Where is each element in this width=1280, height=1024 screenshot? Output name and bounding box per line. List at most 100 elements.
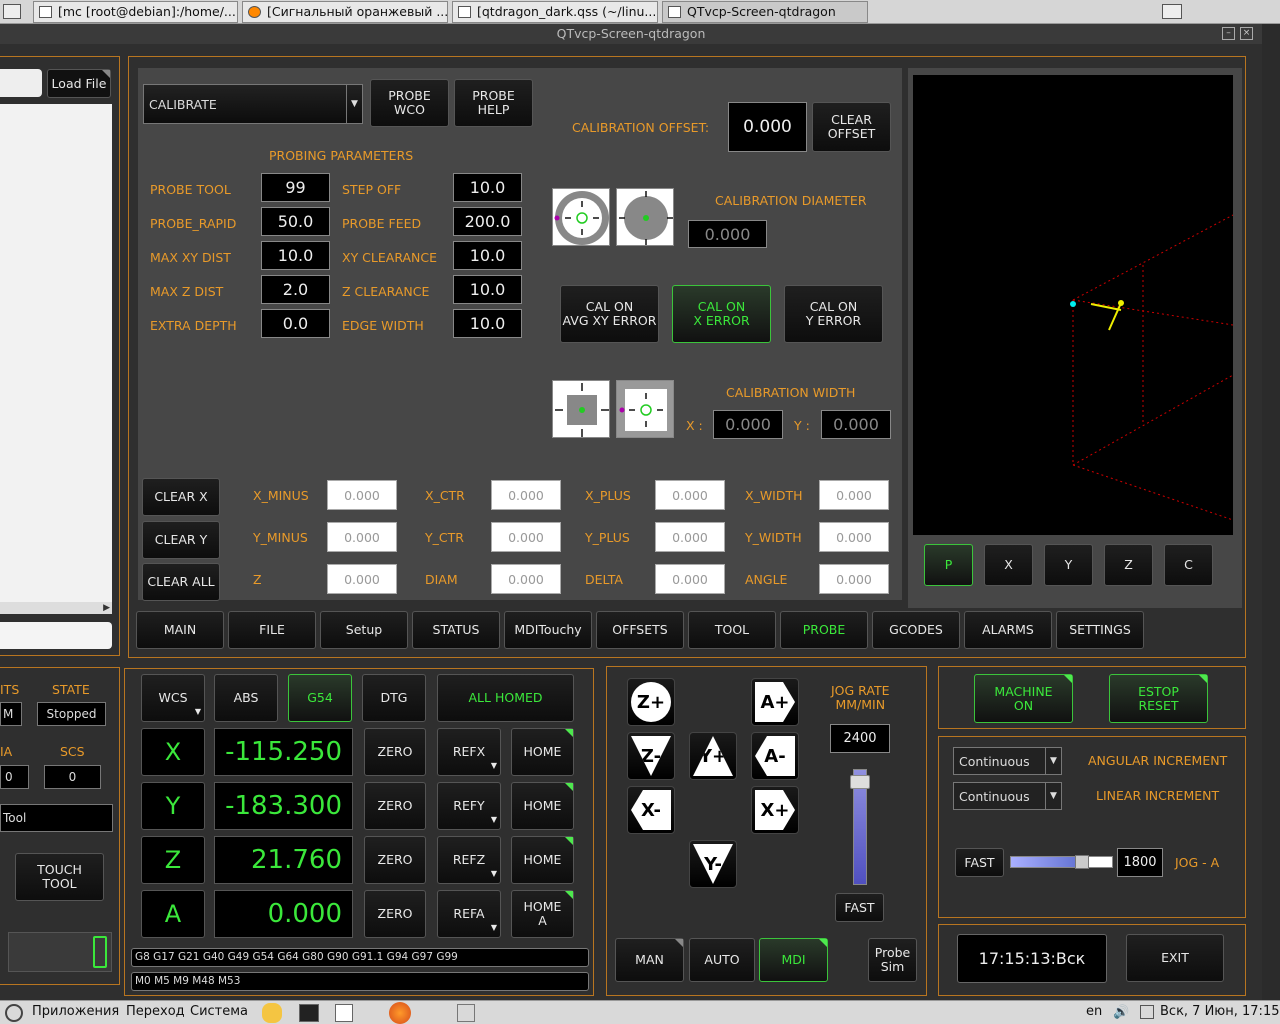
tab-gcodes[interactable]: GCODES bbox=[872, 611, 960, 649]
text-editor-icon[interactable] bbox=[335, 1004, 353, 1022]
param-value[interactable]: 10.0 bbox=[453, 241, 522, 270]
abs-button[interactable]: ABS bbox=[214, 674, 278, 722]
view-y-button[interactable]: Y bbox=[1044, 544, 1093, 586]
outside-boss-icon[interactable] bbox=[616, 380, 674, 438]
home-z-button[interactable]: HOME bbox=[511, 836, 574, 884]
ref-x-button[interactable]: REFX ▼ bbox=[437, 728, 501, 776]
probe-help-button[interactable]: PROBE HELP bbox=[454, 79, 533, 127]
dtg-button[interactable]: DTG bbox=[362, 674, 426, 722]
zero-a-button[interactable]: ZERO bbox=[364, 890, 426, 938]
jog-rate-value[interactable]: 2400 bbox=[830, 724, 890, 753]
machine-on-button[interactable]: MACHINE ON bbox=[974, 674, 1073, 723]
jog-a-slider[interactable] bbox=[1010, 855, 1113, 869]
tab-status[interactable]: STATUS bbox=[412, 611, 500, 649]
linear-increment-select[interactable]: Continuous ▼ bbox=[953, 782, 1062, 810]
mdi-mode-button[interactable]: MDI bbox=[759, 938, 828, 982]
clear-y-button[interactable]: CLEAR Y bbox=[142, 521, 220, 559]
chevron-down-icon[interactable]: ▼ bbox=[346, 85, 362, 123]
view-x-button[interactable]: X bbox=[984, 544, 1033, 586]
probe-mode-select[interactable]: CALIBRATE ▼ bbox=[143, 84, 363, 124]
jog-fast-button[interactable]: FAST bbox=[835, 893, 884, 922]
load-file-button[interactable]: Load File bbox=[47, 69, 111, 98]
clear-x-button[interactable]: CLEAR X bbox=[142, 478, 220, 516]
tab-file[interactable]: FILE bbox=[228, 611, 316, 649]
exit-button[interactable]: EXIT bbox=[1126, 934, 1224, 982]
view-c-button[interactable]: C bbox=[1164, 544, 1213, 586]
estop-reset-button[interactable]: ESTOP RESET bbox=[1109, 674, 1208, 723]
tab-browser[interactable]: [Сигнальный оранжевый ... bbox=[242, 1, 448, 23]
chevron-down-icon[interactable]: ▼ bbox=[1045, 783, 1061, 809]
tab-main[interactable]: MAIN bbox=[136, 611, 224, 649]
jog-x-minus-button[interactable]: X- bbox=[627, 786, 675, 834]
tab-mditouchy[interactable]: MDITouchy bbox=[504, 611, 592, 649]
zero-z-button[interactable]: ZERO bbox=[364, 836, 426, 884]
wcs-button[interactable]: WCS ▼ bbox=[141, 674, 205, 722]
jog-a-minus-button[interactable]: A- bbox=[751, 732, 799, 780]
tab-probe[interactable]: PROBE bbox=[780, 611, 868, 649]
firefox-icon[interactable] bbox=[389, 1002, 411, 1024]
outside-probe-icon[interactable] bbox=[616, 188, 674, 246]
calibration-width-y[interactable]: 0.000 bbox=[821, 410, 891, 439]
terminal-icon[interactable] bbox=[299, 1004, 319, 1022]
param-value[interactable]: 2.0 bbox=[261, 275, 330, 304]
view-p-button[interactable]: P bbox=[924, 544, 973, 586]
jog-z-minus-button[interactable]: Z- bbox=[627, 732, 675, 780]
minimize-icon[interactable]: – bbox=[1222, 27, 1235, 40]
debian-logo-icon[interactable] bbox=[5, 1004, 23, 1022]
ref-y-button[interactable]: REFY ▼ bbox=[437, 782, 501, 830]
manual-mode-button[interactable]: MAN bbox=[615, 938, 684, 982]
param-value[interactable]: 10.0 bbox=[453, 173, 522, 202]
tab-settings[interactable]: SETTINGS bbox=[1056, 611, 1144, 649]
cal-y-error-button[interactable]: CAL ON Y ERROR bbox=[784, 285, 883, 343]
axis-y-button[interactable]: Y bbox=[141, 782, 205, 830]
volume-icon[interactable]: 🔊 bbox=[1113, 1005, 1129, 1020]
param-value[interactable]: 99 bbox=[261, 173, 330, 202]
jog-rate-slider[interactable] bbox=[850, 769, 870, 885]
jog-a-fast-button[interactable]: FAST bbox=[955, 848, 1004, 877]
jog-z-plus-button[interactable]: Z+ bbox=[627, 678, 675, 726]
probe-wco-button[interactable]: PROBE WCO bbox=[370, 79, 449, 127]
calibration-diameter-value[interactable]: 0.000 bbox=[688, 220, 767, 248]
inside-pocket-icon[interactable] bbox=[552, 380, 610, 438]
tab-terminal[interactable]: [mc [root@debian]:/home/... bbox=[33, 1, 238, 23]
scroll-right-icon[interactable]: ▶ bbox=[103, 603, 110, 613]
jog-y-plus-button[interactable]: Y+ bbox=[689, 732, 737, 780]
jog-x-plus-button[interactable]: X+ bbox=[751, 786, 799, 834]
clear-all-button[interactable]: CLEAR ALL bbox=[142, 563, 220, 601]
ref-a-button[interactable]: REFA ▼ bbox=[437, 890, 501, 938]
terminal-icon[interactable] bbox=[3, 4, 21, 19]
jog-a-plus-button[interactable]: A+ bbox=[751, 678, 799, 726]
calibration-width-x[interactable]: 0.000 bbox=[713, 410, 783, 439]
tab-tool[interactable]: TOOL bbox=[688, 611, 776, 649]
param-value[interactable]: 10.0 bbox=[453, 275, 522, 304]
tab-alarms[interactable]: ALARMS bbox=[964, 611, 1052, 649]
trash-icon[interactable] bbox=[457, 1004, 475, 1022]
horizontal-scrollbar[interactable]: ▶ bbox=[0, 602, 112, 614]
param-value[interactable]: 10.0 bbox=[261, 241, 330, 270]
close-icon[interactable]: × bbox=[1240, 27, 1253, 40]
cal-x-error-button[interactable]: CAL ON X ERROR bbox=[672, 285, 771, 343]
home-a-button[interactable]: HOME A bbox=[511, 890, 574, 938]
jog-y-minus-button[interactable]: Y- bbox=[689, 840, 737, 888]
ref-z-button[interactable]: REFZ ▼ bbox=[437, 836, 501, 884]
show-desktop-icon[interactable] bbox=[1162, 4, 1182, 19]
tab-setup[interactable]: Setup bbox=[320, 611, 408, 649]
touch-tool-button[interactable]: TOUCH TOOL bbox=[15, 853, 104, 901]
places-menu[interactable]: Переход bbox=[126, 1004, 185, 1019]
chevron-down-icon[interactable]: ▼ bbox=[1045, 748, 1061, 774]
applications-menu[interactable]: Приложения bbox=[32, 1004, 119, 1019]
network-icon[interactable] bbox=[1140, 1005, 1154, 1019]
file-path-field[interactable] bbox=[0, 69, 42, 97]
axis-x-button[interactable]: X bbox=[141, 728, 205, 776]
linux-penguin-icon[interactable] bbox=[262, 1003, 282, 1023]
clear-offset-button[interactable]: CLEAR OFFSET bbox=[812, 102, 891, 152]
view-z-button[interactable]: Z bbox=[1104, 544, 1153, 586]
param-value[interactable]: 50.0 bbox=[261, 207, 330, 236]
inside-probe-icon[interactable] bbox=[552, 188, 610, 246]
date-time[interactable]: Вск, 7 Июн, 17:15 bbox=[1160, 1004, 1279, 1019]
param-value[interactable]: 200.0 bbox=[453, 207, 522, 236]
tab-qtvcp[interactable]: QTvcp-Screen-qtdragon bbox=[662, 1, 868, 23]
file-list[interactable] bbox=[0, 104, 112, 614]
param-value[interactable]: 10.0 bbox=[453, 309, 522, 338]
jog-a-value[interactable]: 1800 bbox=[1117, 848, 1163, 877]
